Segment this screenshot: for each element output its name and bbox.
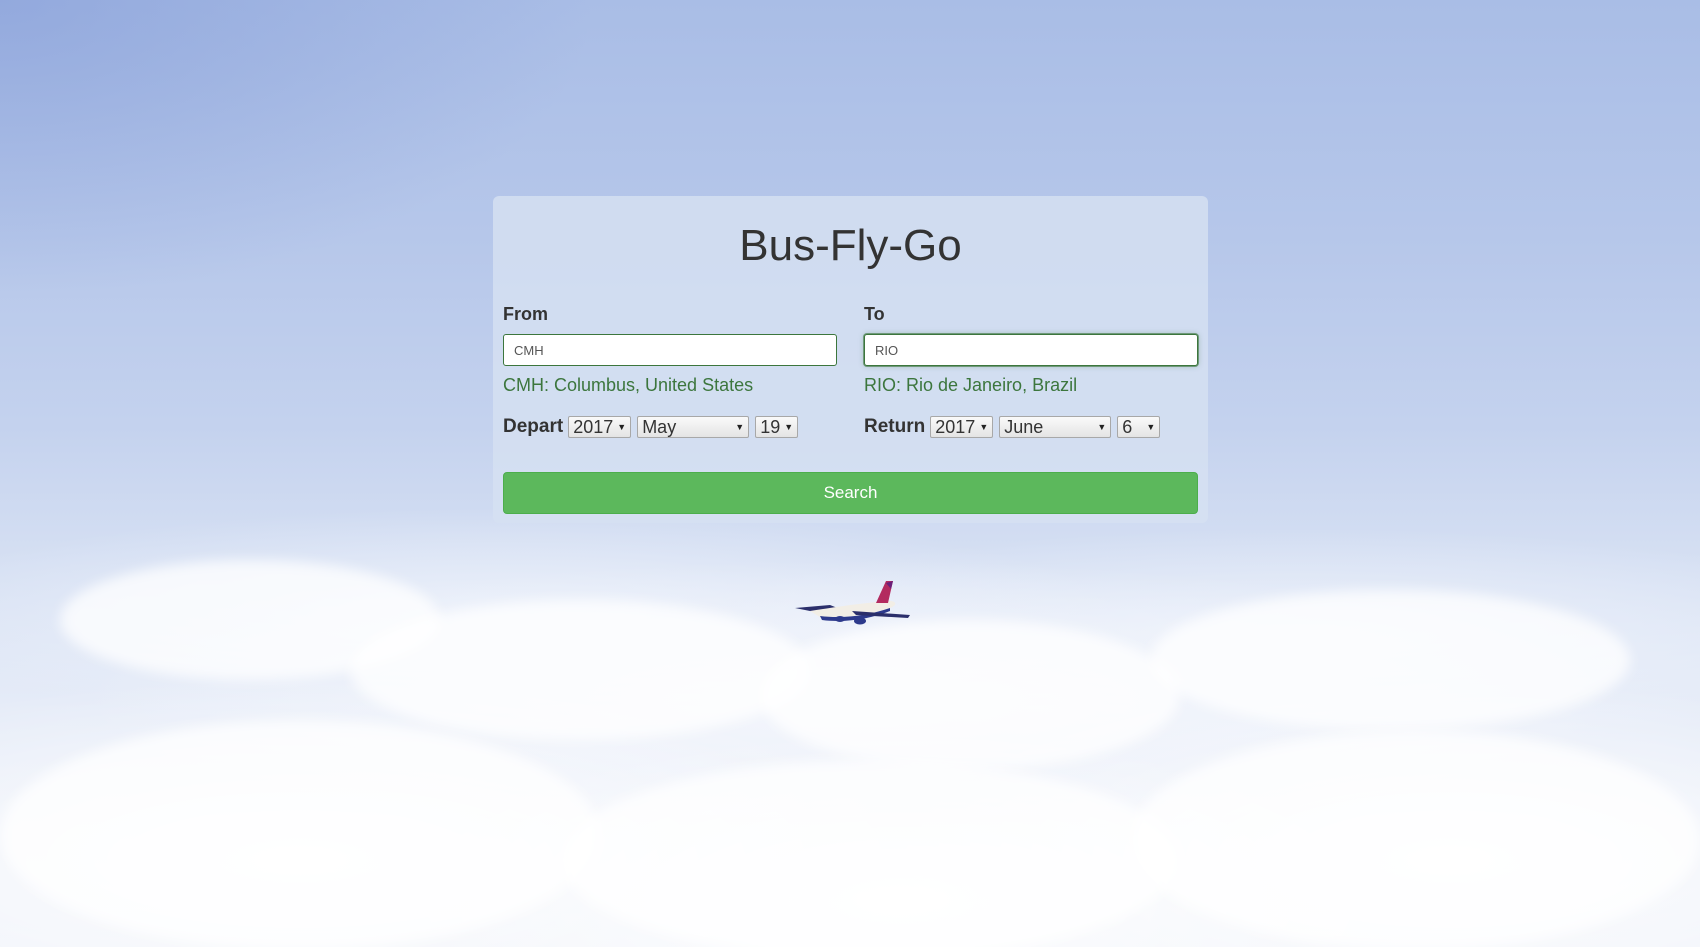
depart-date-row: Depart 2017 ▼ May ▼ 19 ▼ <box>503 415 837 439</box>
from-match-text: CMH: Columbus, United States <box>503 375 754 395</box>
to-input[interactable] <box>864 334 1198 366</box>
to-column: To RIO: Rio de Janeiro, Brazil Return 20… <box>864 304 1198 439</box>
return-day-select[interactable]: 6 ▼ <box>1117 416 1161 438</box>
depart-year-value: 2017 <box>573 417 614 437</box>
from-label: From <box>503 304 548 324</box>
cloud <box>760 620 1180 770</box>
to-match-text: RIO: Rio de Janeiro, Brazil <box>864 375 1078 395</box>
depart-month-select[interactable]: May ▼ <box>637 416 750 438</box>
return-year-select[interactable]: 2017 ▼ <box>930 416 994 438</box>
from-input[interactable] <box>503 334 837 366</box>
depart-label: Depart <box>503 416 564 437</box>
cloud <box>1130 730 1700 947</box>
search-button[interactable]: Search <box>503 472 1198 514</box>
depart-month-value: May <box>642 417 677 437</box>
page-title: Bus-Fly-Go <box>739 221 962 270</box>
return-date-row: Return 2017 ▼ June ▼ 6 ▼ <box>864 415 1198 439</box>
cloud <box>350 600 810 740</box>
chevron-down-icon: ▼ <box>784 422 794 432</box>
chevron-down-icon: ▼ <box>617 422 627 432</box>
return-day-value: 6 <box>1122 417 1133 437</box>
depart-year-select[interactable]: 2017 ▼ <box>568 416 632 438</box>
airplane-image <box>795 581 910 625</box>
cloud <box>560 760 1180 947</box>
to-label: To <box>864 304 885 324</box>
search-panel: Bus-Fly-Go From CMH: Columbus, United St… <box>493 196 1208 523</box>
depart-day-value: 19 <box>760 417 781 437</box>
cloud <box>1150 590 1630 730</box>
chevron-down-icon: ▼ <box>1097 422 1107 432</box>
chevron-down-icon: ▼ <box>1146 422 1156 432</box>
chevron-down-icon: ▼ <box>735 422 745 432</box>
chevron-down-icon: ▼ <box>979 422 989 432</box>
page-background: Bus-Fly-Go From CMH: Columbus, United St… <box>0 0 1700 947</box>
search-form: From CMH: Columbus, United States Depart… <box>503 304 1198 439</box>
return-label: Return <box>864 416 926 437</box>
from-column: From CMH: Columbus, United States Depart… <box>503 304 837 439</box>
cloud <box>0 720 600 947</box>
depart-day-select[interactable]: 19 ▼ <box>755 416 799 438</box>
return-year-value: 2017 <box>935 417 976 437</box>
return-month-select[interactable]: June ▼ <box>999 416 1112 438</box>
return-month-value: June <box>1004 417 1044 437</box>
